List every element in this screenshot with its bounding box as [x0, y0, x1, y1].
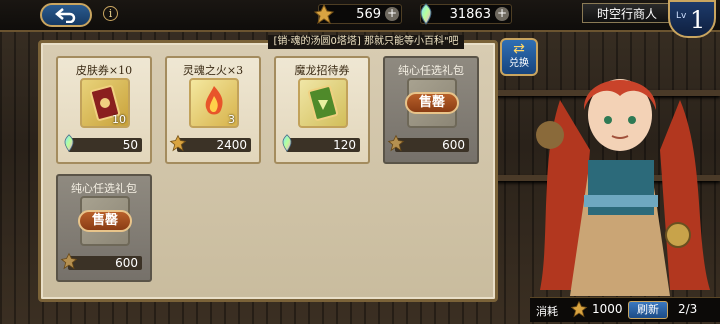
price-tag: 600 — [387, 134, 469, 152]
item-title: 魔龙招待券 — [294, 64, 350, 77]
gold-leaf-icon — [387, 134, 405, 152]
item-quantity: 10 — [112, 113, 126, 126]
soul-fire-icon: 3 — [189, 78, 239, 128]
rainbow-crystal-currency: 31863 + — [420, 3, 512, 25]
rainbow-crystal-value: 31863 — [449, 6, 491, 22]
item-price: 600 — [115, 256, 138, 270]
rainbow-crystal-icon — [420, 3, 432, 25]
info-icon[interactable]: i — [103, 6, 118, 21]
gold-leaf-icon — [60, 252, 78, 270]
back-arrow-icon — [55, 8, 76, 23]
gold-leaf-icon — [570, 300, 588, 318]
shop-item-card[interactable]: 灵魂之火×3 3 2400 — [165, 56, 261, 164]
gold-leaf-icon — [169, 134, 187, 152]
add-gold-leaf-button[interactable]: + — [385, 7, 399, 21]
item-title: 皮肤券×10 — [75, 64, 133, 77]
refresh-count: 2/3 — [678, 302, 698, 316]
shop-item-card[interactable]: 纯心任选礼包 售罄 600 — [383, 56, 479, 164]
refresh-cost-bar: 消耗 1000 刷新 2/3 — [530, 297, 720, 322]
refresh-button[interactable]: 刷新 — [628, 301, 668, 319]
item-quantity: 3 — [228, 113, 235, 126]
back-button[interactable] — [40, 3, 92, 27]
gold-leaf-currency: 569 + — [313, 3, 402, 25]
add-rainbow-crystal-button[interactable]: + — [495, 7, 509, 21]
level-badge: Lv 1 — [668, 0, 716, 38]
merchant-name: 时空行商人 — [582, 3, 682, 23]
gold-leaf-icon — [313, 3, 335, 25]
price-tag: 600 — [60, 252, 142, 270]
dragon-ticket-icon — [298, 78, 348, 128]
sold-out-badge: 售罄 — [78, 210, 132, 232]
top-bar: i 569 + 31863 + 时空行商人 — [0, 0, 720, 32]
gold-leaf-value: 569 — [356, 6, 381, 22]
shop-item-card[interactable]: 皮肤券×10 10 50 — [56, 56, 152, 164]
skin-ticket-icon: 10 — [80, 78, 130, 128]
item-price: 2400 — [216, 138, 247, 152]
sold-out-badge: 售罄 — [405, 92, 459, 114]
cost-value: 1000 — [592, 302, 623, 316]
level-number: 1 — [690, 6, 706, 34]
level-prefix: Lv — [676, 11, 687, 21]
rainbow-crystal-icon — [64, 134, 74, 152]
price-tag: 120 — [282, 134, 360, 152]
rainbow-crystal-icon — [282, 134, 292, 152]
shop-item-card[interactable]: 纯心任选礼包 售罄 600 — [56, 174, 152, 282]
merchant-character-portrait — [536, 79, 710, 296]
price-tag: 2400 — [169, 134, 251, 152]
shop-item-card[interactable]: 魔龙招待券 120 — [274, 56, 370, 164]
item-price: 600 — [442, 138, 465, 152]
price-tag: 50 — [64, 134, 142, 152]
item-title: 纯心任选礼包 — [398, 64, 464, 77]
item-title: 灵魂之火×3 — [182, 64, 244, 77]
item-price: 120 — [333, 138, 356, 152]
cost-label: 消耗 — [536, 305, 558, 318]
item-title: 纯心任选礼包 — [71, 182, 137, 195]
item-price: 50 — [122, 138, 138, 152]
announcement-banner: [销·魂的汤圆0塔塔] 那就只能等小百科"吧 — [268, 35, 464, 49]
